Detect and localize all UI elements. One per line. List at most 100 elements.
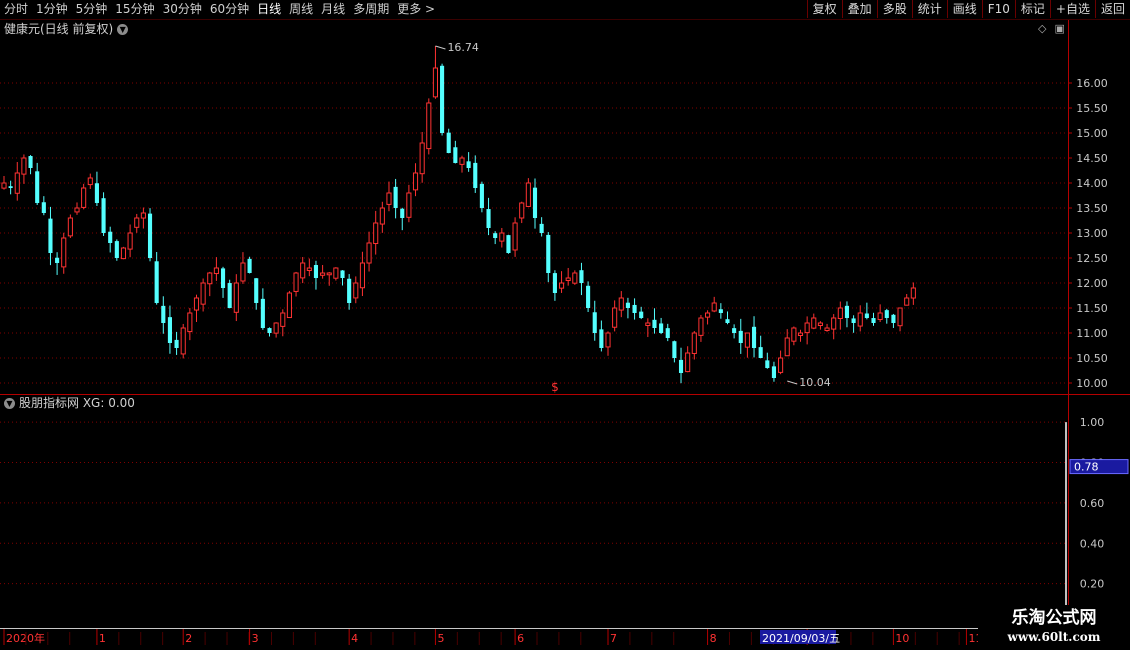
candle-body	[67, 217, 73, 237]
candle-body	[871, 318, 876, 323]
toolbar-button[interactable]: 标记	[1014, 0, 1050, 18]
candle-body	[698, 317, 704, 336]
candle-body	[618, 297, 624, 311]
candle-body	[479, 183, 484, 208]
candle-body	[400, 208, 405, 218]
period-tab[interactable]: 更多 >	[393, 0, 439, 19]
candle-body	[419, 142, 425, 175]
period-tab[interactable]: 1分钟	[32, 0, 72, 19]
period-tab[interactable]: 5分钟	[72, 0, 112, 19]
price-tick-label: 10.00	[1076, 377, 1108, 390]
period-tab[interactable]: 60分钟	[206, 0, 253, 19]
time-tick-label: 4	[351, 632, 358, 645]
chevron-down-icon[interactable]: ▼	[117, 23, 129, 35]
candle-body	[565, 277, 571, 281]
candle-body	[645, 322, 651, 326]
time-tick-label: 10	[895, 632, 909, 645]
toolbar-button[interactable]: 画线	[946, 0, 982, 18]
candle-body	[313, 265, 319, 278]
candle-body	[127, 232, 133, 250]
candle-body	[837, 307, 843, 319]
toolbar-button[interactable]: 叠加	[841, 0, 877, 18]
candle-body	[499, 232, 505, 242]
candle-body	[725, 319, 730, 323]
candle-body	[35, 171, 40, 203]
candle-body	[193, 297, 200, 311]
candle-body	[592, 312, 597, 333]
candle-body	[286, 292, 292, 319]
chevron-down-icon[interactable]: ▼	[4, 397, 15, 409]
candle-body	[353, 282, 359, 299]
chart-canvas[interactable]: 16.00 15.50 15.00 14.50 14.00 13.50 13.00 12.50…	[0, 0, 1130, 650]
candle-body	[665, 328, 670, 338]
candle-body	[751, 326, 757, 348]
candle-body	[406, 192, 412, 218]
stock-title: 健康元(日线 前复权)	[4, 22, 114, 36]
candle-body	[685, 352, 691, 373]
indicator-tick-label: 0.60	[1080, 497, 1105, 510]
candle-body	[817, 322, 823, 326]
candle-body	[74, 207, 80, 213]
candle-body	[778, 357, 784, 373]
candle-body	[525, 182, 531, 207]
price-tick-label: 14.50	[1076, 152, 1108, 165]
candle-body	[187, 312, 193, 333]
diamond-icon[interactable]: ◇	[1038, 22, 1046, 35]
candle-body	[180, 327, 186, 355]
candle-body	[797, 332, 804, 336]
candle-body	[466, 161, 471, 168]
candle-body	[605, 332, 611, 348]
candle-body	[8, 186, 13, 188]
watermark-url: www.60lt.com	[1007, 630, 1101, 644]
candle-body	[14, 172, 20, 194]
period-tab[interactable]: 周线	[285, 0, 317, 19]
time-tick-label: 2	[185, 632, 192, 645]
candle-body	[233, 282, 239, 313]
indicator-panel-title: ▼ 股朋指标网 XG: 0.00	[4, 395, 135, 411]
candle-body	[891, 314, 896, 323]
candle-body	[678, 359, 684, 373]
candle-body	[652, 319, 657, 328]
candle-body	[897, 307, 903, 327]
toolbar-button[interactable]: F10	[981, 0, 1015, 18]
candle-body	[48, 218, 53, 253]
candle-body	[227, 283, 232, 308]
period-tab[interactable]: 月线	[317, 0, 349, 19]
candle-body	[877, 312, 883, 320]
price-tick-label: 12.00	[1076, 277, 1108, 290]
candle-body	[851, 318, 856, 323]
candle-body	[639, 311, 644, 318]
candle-body	[612, 307, 618, 328]
toolbar-button[interactable]: +自选	[1049, 0, 1095, 18]
candle-body	[791, 327, 797, 342]
toolbar-button[interactable]: 多股	[876, 0, 912, 18]
candle-body	[347, 278, 352, 303]
period-tabs: 分时 1分钟 5分钟 15分钟 30分钟 60分钟 日线 周线 月线 多周期 更多 >	[0, 0, 439, 19]
candle-body	[831, 317, 837, 330]
candle-body	[432, 67, 438, 98]
candle-body	[844, 305, 850, 318]
candle-body	[659, 323, 664, 333]
toolbar-button[interactable]: 统计	[911, 0, 947, 18]
candle-body	[94, 183, 99, 203]
panel-toggle-icon[interactable]: ▣	[1054, 22, 1064, 35]
period-tab[interactable]: 30分钟	[159, 0, 206, 19]
period-tab[interactable]: 分时	[0, 0, 32, 19]
candle-body	[884, 310, 889, 318]
candle-body	[247, 258, 252, 273]
price-tick-label: 15.00	[1076, 127, 1108, 140]
dividend-marker: $	[551, 380, 559, 394]
period-tab[interactable]: 多周期	[349, 0, 393, 19]
toolbar-button[interactable]: 返回	[1094, 0, 1130, 18]
indicator-tick-label: 0.40	[1080, 537, 1105, 550]
candle-body	[824, 327, 830, 331]
toolbar-buttons: 复权 叠加 多股 统计 画线 F10 标记 +自选 返回	[806, 0, 1130, 19]
candle-body	[691, 332, 697, 354]
candle-body	[260, 298, 265, 328]
max-pointer	[435, 45, 446, 50]
time-tick-label: 5	[437, 632, 444, 645]
toolbar-button[interactable]: 复权	[806, 0, 842, 18]
period-tab[interactable]: 日线	[253, 0, 285, 19]
candle-body	[857, 312, 863, 327]
period-tab[interactable]: 15分钟	[111, 0, 158, 19]
